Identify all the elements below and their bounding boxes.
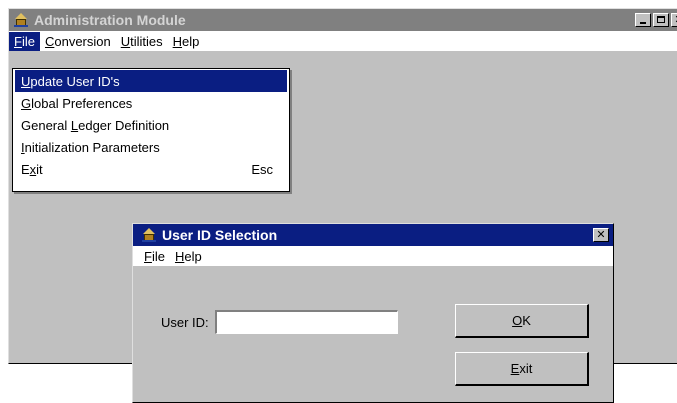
dialog-menu-file[interactable]: File <box>139 247 170 266</box>
menu-item-global-preferences[interactable]: Global Preferences <box>15 92 287 114</box>
minimize-icon <box>640 22 646 24</box>
menu-item-initialization-parameters[interactable]: Initialization Parameters <box>15 136 287 158</box>
app-icon <box>13 12 29 28</box>
dialog-title: User ID Selection <box>162 227 278 243</box>
main-menubar: File Conversion Utilities Help <box>9 31 677 51</box>
menu-item-update-user-ids[interactable]: Update User ID's <box>15 70 287 92</box>
dialog-close-button[interactable]: ✕ <box>593 228 609 242</box>
menu-utilities[interactable]: Utilities <box>116 32 168 51</box>
dialog-app-icon <box>141 227 157 243</box>
maximize-icon <box>657 16 665 23</box>
menu-item-general-ledger-definition[interactable]: General Ledger Definition <box>15 114 287 136</box>
menu-item-exit[interactable]: Exit Esc <box>15 158 287 180</box>
file-dropdown-menu: Update User ID's Global Preferences Gene… <box>12 68 290 192</box>
user-id-row: User ID: <box>161 310 398 334</box>
dialog-menubar: File Help <box>133 246 613 266</box>
maximize-button[interactable] <box>653 13 669 27</box>
menu-help[interactable]: Help <box>168 32 205 51</box>
close-icon: ✕ <box>596 228 606 241</box>
user-id-input[interactable] <box>214 310 398 334</box>
user-id-label: User ID: <box>161 314 209 330</box>
window-controls: ✕ <box>635 13 677 27</box>
user-id-selection-dialog: User ID Selection ✕ File Help User ID: O… <box>132 223 614 403</box>
exit-button[interactable]: Exit <box>455 352 589 386</box>
close-button[interactable]: ✕ <box>671 13 677 27</box>
dialog-controls: ✕ <box>593 228 609 242</box>
menu-conversion[interactable]: Conversion <box>40 32 116 51</box>
dialog-titlebar[interactable]: User ID Selection ✕ <box>133 224 613 246</box>
main-titlebar[interactable]: Administration Module ✕ <box>9 9 677 31</box>
ok-button[interactable]: OK <box>455 304 589 338</box>
dialog-menu-help[interactable]: Help <box>170 247 207 266</box>
exit-shortcut: Esc <box>251 161 273 177</box>
minimize-button[interactable] <box>635 13 651 27</box>
menu-file[interactable]: File <box>9 31 40 51</box>
main-window-title: Administration Module <box>34 12 186 28</box>
